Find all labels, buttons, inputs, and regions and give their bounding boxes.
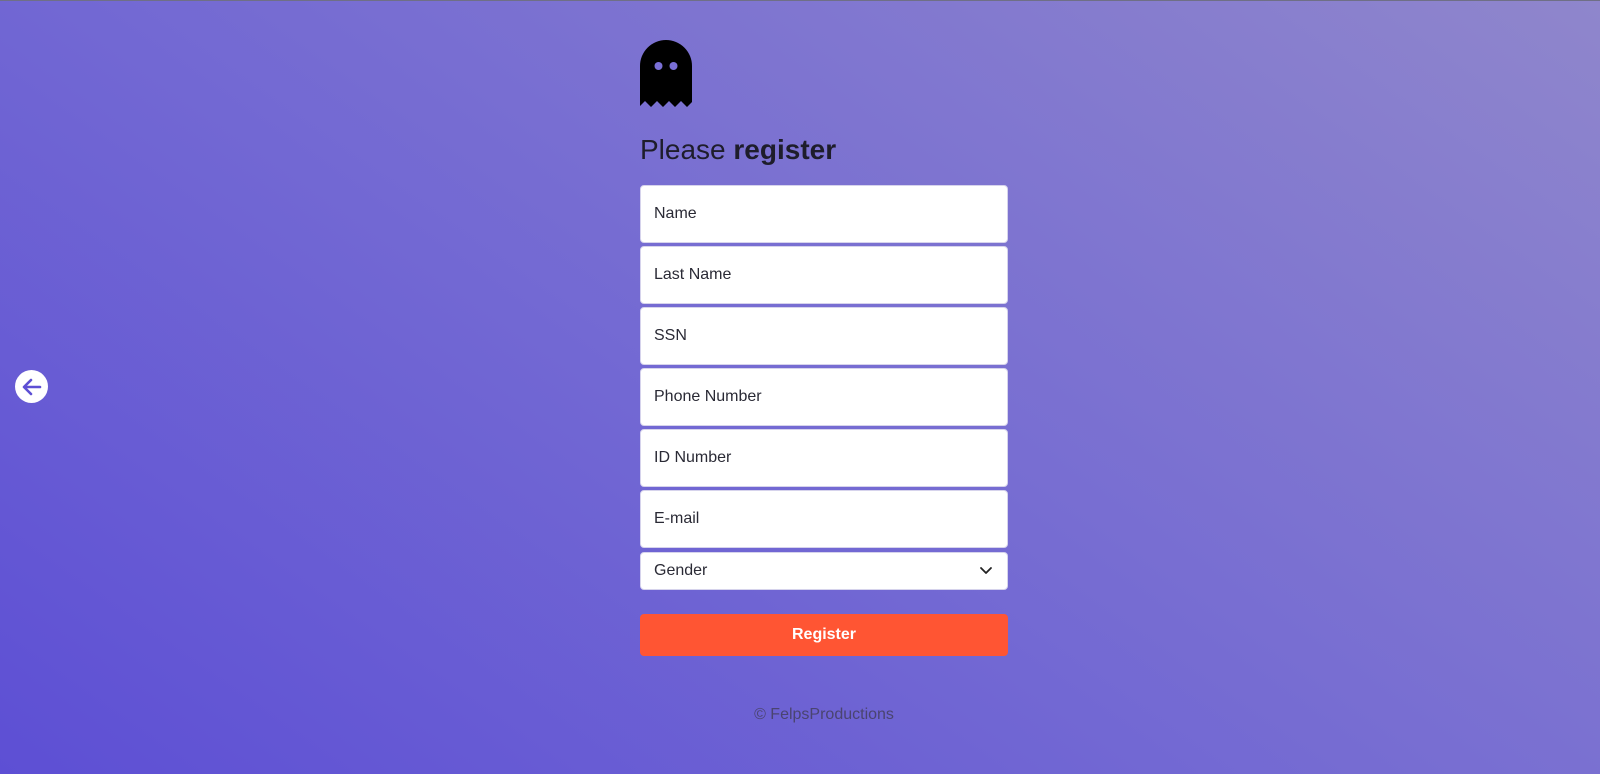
gender-select[interactable]: Gender (640, 552, 1008, 590)
register-form: Please register Gender Register © FelpsP… (640, 40, 1008, 724)
gender-select-value: Gender (654, 562, 708, 579)
name-field[interactable] (640, 185, 1008, 243)
register-button[interactable]: Register (640, 614, 1008, 656)
ghost-icon (640, 40, 692, 107)
last-name-field[interactable] (640, 246, 1008, 304)
fields-group: Gender (640, 185, 1008, 590)
chevron-down-icon (980, 567, 992, 574)
title-prefix: Please (640, 134, 726, 165)
phone-number-field[interactable] (640, 368, 1008, 426)
email-field[interactable] (640, 490, 1008, 548)
footer-copyright: © FelpsProductions (754, 706, 894, 723)
title-emphasis: register (733, 134, 837, 165)
id-number-field[interactable] (640, 429, 1008, 487)
arrow-left-icon (22, 378, 41, 395)
ssn-field[interactable] (640, 307, 1008, 365)
back-button[interactable] (15, 370, 48, 403)
page-title: Please register (640, 132, 1008, 168)
top-border-line (0, 0, 1600, 1)
